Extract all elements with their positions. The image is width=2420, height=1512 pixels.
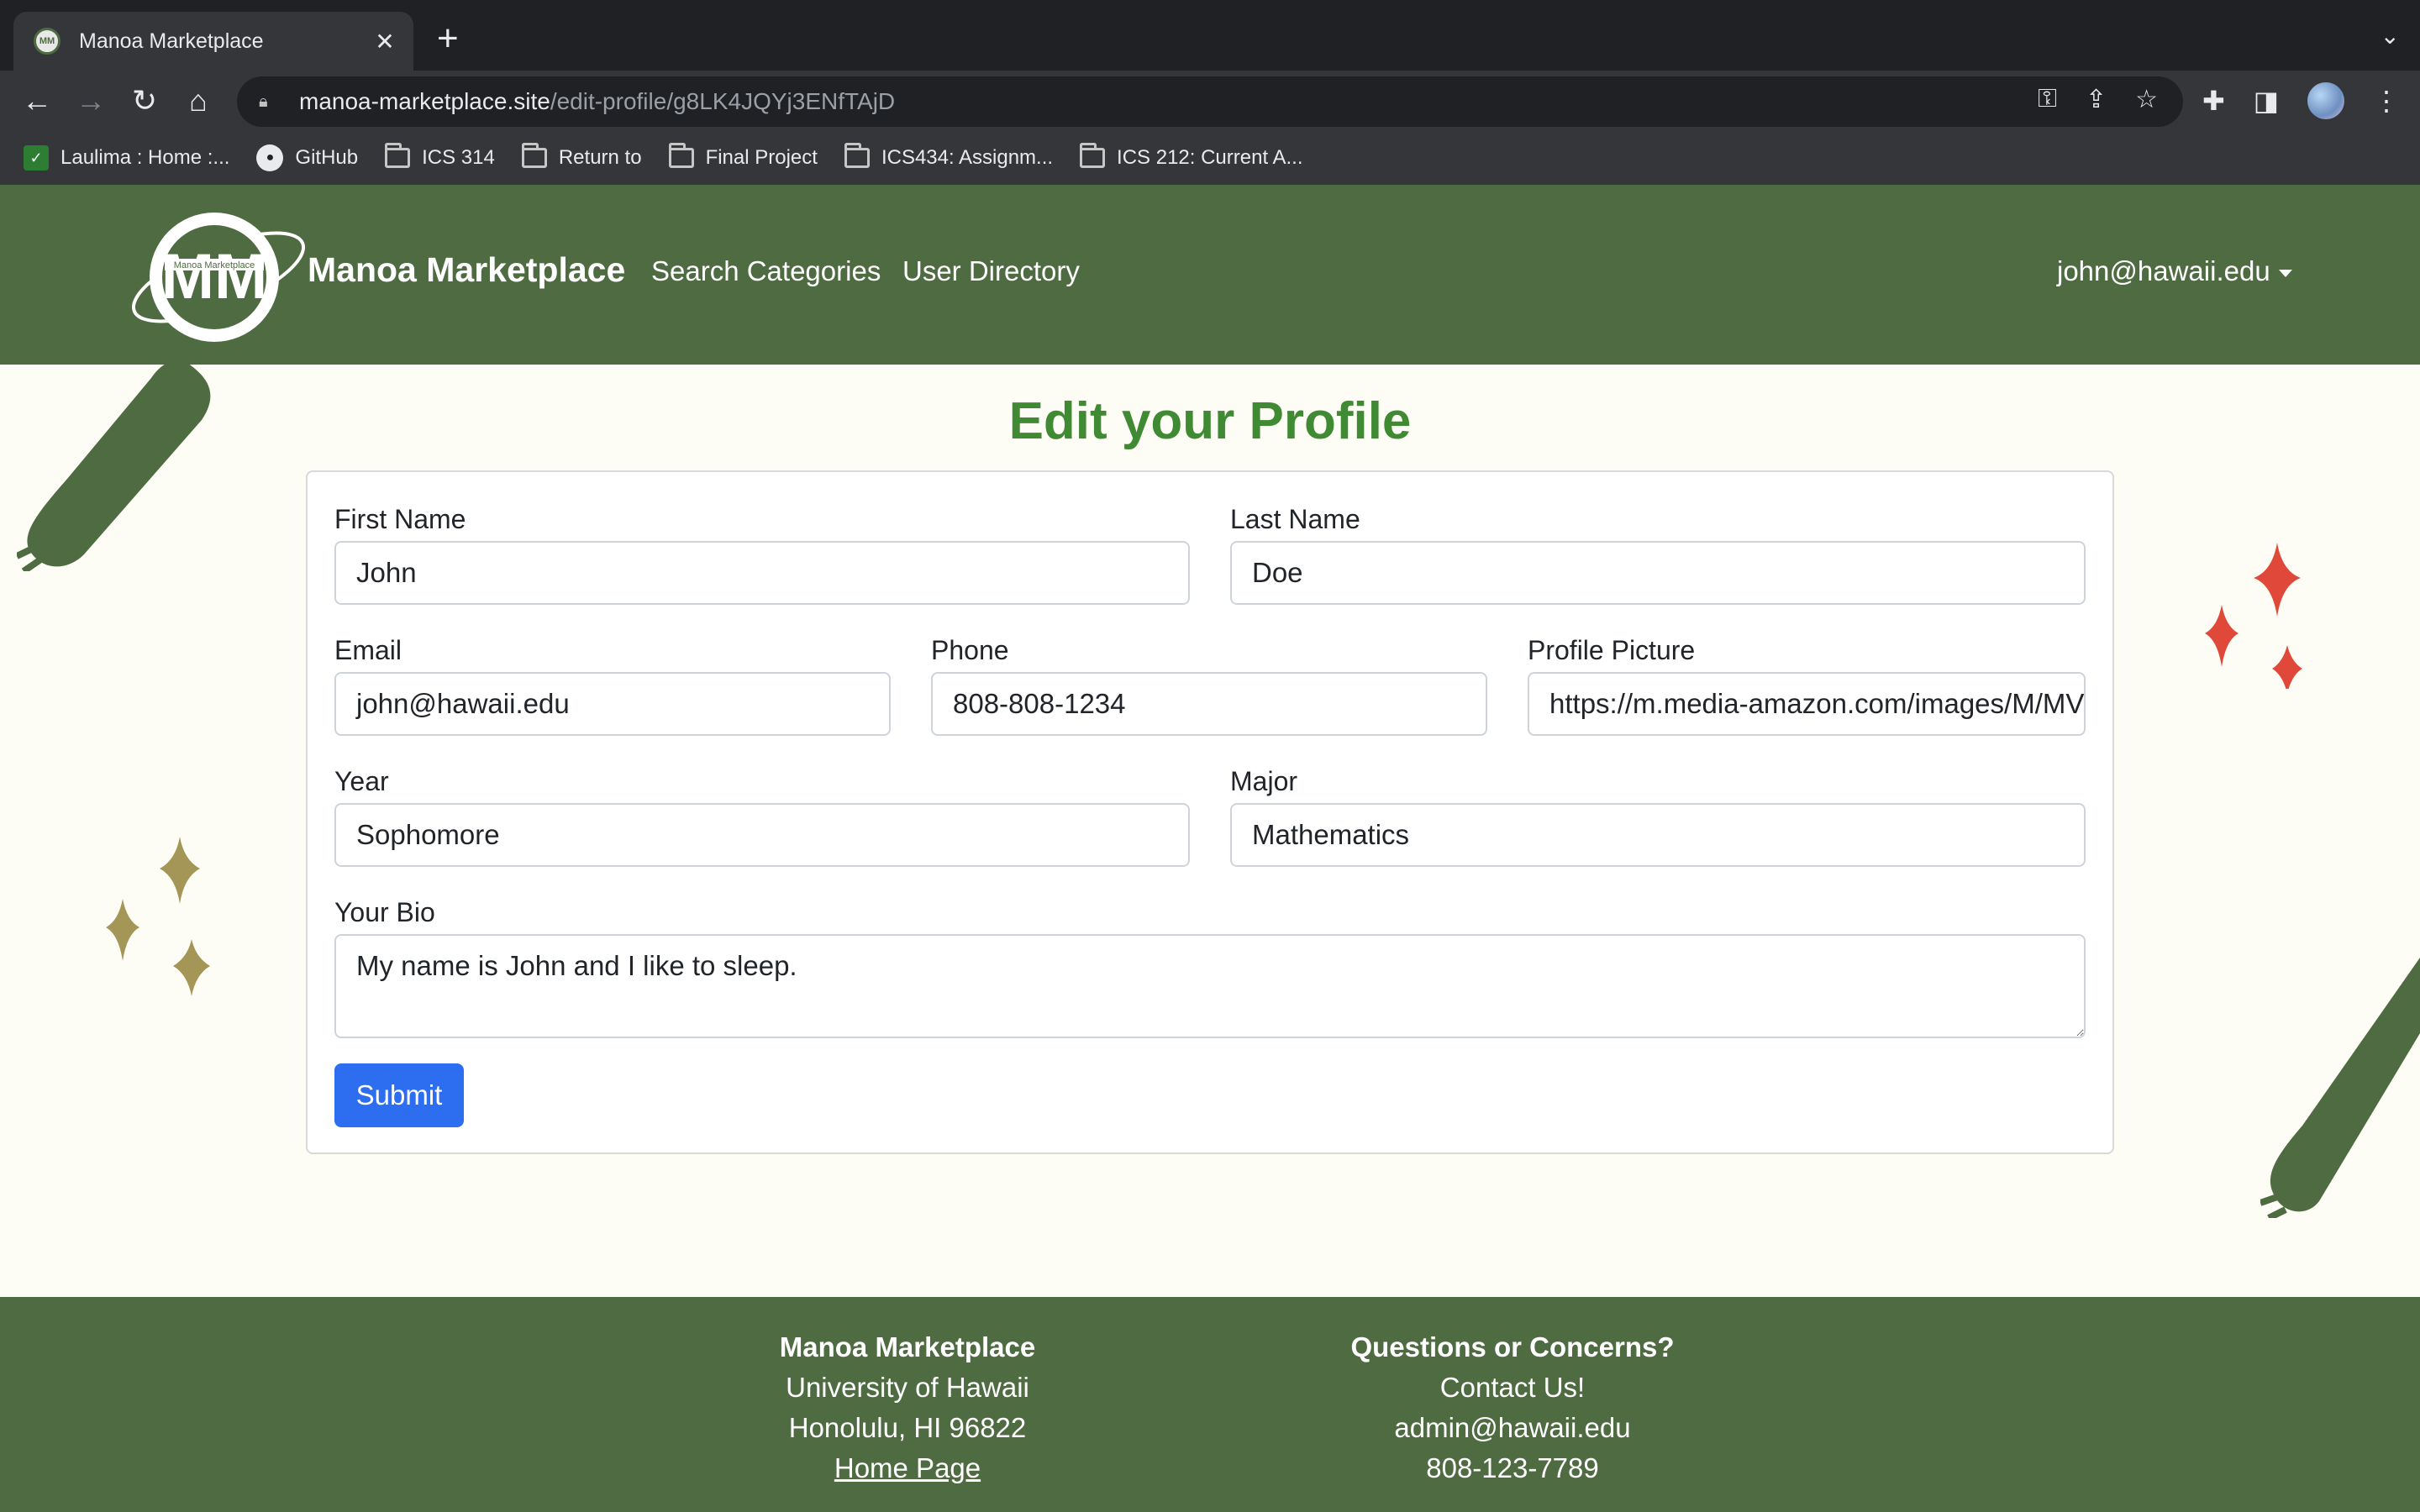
last-name-group: Last Name Doe [1230, 502, 2086, 605]
home-page-link[interactable]: Home Page [739, 1448, 1076, 1488]
bookmark-item[interactable]: ● GitHub [256, 144, 358, 171]
browser-chrome: MM Manoa Marketplace ✕ + ⌄ ← → ↻ ⌂ 🔒︎ ma… [0, 0, 2420, 185]
bookmark-label: ICS434: Assignm... [881, 146, 1054, 169]
profile-picture-input[interactable]: https://m.media-amazon.com/images/M/MV5B [1528, 672, 2086, 736]
user-dropdown[interactable]: john@hawaii.edu [2057, 255, 2292, 287]
key-icon[interactable]: ⚿ [2038, 85, 2057, 114]
leaf-icon: ✓ [24, 145, 49, 171]
bookmarks-bar: ✓ Laulima : Home :... ● GitHub ICS 314 Ret… [0, 134, 2420, 181]
footer-phone: 808-123-7789 [1426, 1452, 1599, 1483]
menu-kebab-icon[interactable]: ⋮ [2373, 85, 2400, 117]
bookmark-item[interactable]: Final Project [668, 143, 818, 170]
last-name-input[interactable]: Doe [1230, 541, 2086, 605]
submit-button[interactable]: Submit [334, 1063, 464, 1127]
major-group: Major Mathematics [1230, 764, 2086, 867]
bookmark-item[interactable]: ICS 212: Current A... [1080, 143, 1303, 170]
profile-avatar-icon[interactable] [2307, 82, 2344, 119]
footer-title: Manoa Marketplace [779, 1331, 1036, 1362]
bookmark-item[interactable]: ICS 314 [385, 143, 495, 170]
phone-label: Phone [931, 635, 1009, 665]
site-footer: Manoa Marketplace University of Hawaii H… [0, 1297, 2420, 1512]
bookmark-label: ICS 314 [422, 146, 495, 169]
extensions-icon[interactable]: ✚ [2202, 85, 2225, 117]
bookmark-item[interactable]: ✓ Laulima : Home :... [24, 145, 229, 171]
folder-icon [385, 143, 411, 168]
url-path: /edit-profile/g8LK4JQYj3ENfTAjD [550, 88, 896, 114]
bookmark-item[interactable]: ICS434: Assignm... [844, 143, 1054, 170]
svg-text:MM: MM [161, 241, 268, 312]
year-input[interactable]: Sophomore [334, 803, 1190, 867]
footer-contact: Questions or Concerns? Contact Us! admin… [1311, 1327, 1714, 1488]
tab-title: Manoa Marketplace [79, 29, 264, 53]
browser-toolbar: ← → ↻ ⌂ 🔒︎ manoa-marketplace.site/edit-p… [0, 71, 2420, 131]
year-label: Year [334, 766, 389, 796]
profile-picture-group: Profile Picture https://m.media-amazon.c… [1528, 633, 2086, 736]
browser-tab[interactable]: MM Manoa Marketplace ✕ [13, 12, 413, 71]
tab-search-icon[interactable]: ⌄ [2381, 22, 2400, 50]
major-input[interactable]: Mathematics [1230, 803, 2086, 867]
bio-label: Your Bio [334, 897, 435, 927]
new-tab-icon[interactable]: + [437, 20, 459, 57]
bookmark-label: ICS 212: Current A... [1117, 146, 1303, 169]
bookmark-label: Return to [558, 146, 642, 169]
site-navbar: MM Manoa Marketplace Manoa Marketplace S… [0, 185, 2420, 365]
favicon-icon: MM [34, 28, 60, 55]
bookmark-label: GitHub [295, 146, 359, 169]
bio-group: Your Bio My name is John and I like to s… [334, 895, 2086, 1038]
bookmark-label: Final Project [705, 146, 818, 169]
brand-name[interactable]: Manoa Marketplace [308, 250, 625, 290]
back-icon[interactable]: ← [17, 81, 57, 121]
nav-user-directory[interactable]: User Directory [902, 255, 1080, 287]
folder-icon [521, 143, 547, 168]
side-panel-icon[interactable]: ◨ [2254, 85, 2279, 117]
edit-profile-form: First Name John Last Name Doe Email john… [306, 470, 2114, 1154]
footer-title: Questions or Concerns? [1350, 1331, 1675, 1362]
bookmark-star-icon[interactable]: ☆ [2135, 85, 2158, 114]
close-tab-icon[interactable]: ✕ [371, 28, 398, 55]
footer-line: University of Hawaii [786, 1372, 1029, 1403]
sparkle-red-icon [2205, 543, 2302, 689]
page-title: Edit your Profile [1008, 392, 1412, 450]
github-icon: ● [256, 144, 284, 171]
first-name-label: First Name [334, 504, 466, 534]
svg-text:Manoa Marketplace: Manoa Marketplace [174, 260, 255, 270]
tab-strip: MM Manoa Marketplace ✕ + ⌄ [0, 0, 2420, 71]
footer-email: admin@hawaii.edu [1394, 1412, 1631, 1443]
bookmark-label: Laulima : Home :... [60, 146, 230, 169]
bookmark-item[interactable]: Return to [521, 143, 642, 170]
share-icon[interactable]: ⇪ [2086, 85, 2107, 114]
first-name-input[interactable]: John [334, 541, 1190, 605]
year-group: Year Sophomore [334, 764, 1190, 867]
phone-input[interactable]: 808-808-1234 [931, 672, 1487, 736]
profile-picture-label: Profile Picture [1528, 635, 1696, 665]
phone-group: Phone 808-808-1234 [931, 633, 1487, 736]
lock-icon: 🔒︎ [259, 92, 268, 111]
logo-icon[interactable]: MM Manoa Marketplace [124, 210, 318, 346]
bio-textarea[interactable]: My name is John and I like to sleep. [334, 934, 2086, 1038]
footer-address: Manoa Marketplace University of Hawaii H… [739, 1327, 1076, 1488]
folder-icon [1080, 143, 1106, 168]
address-bar[interactable]: 🔒︎ manoa-marketplace.site/edit-profile/g… [237, 76, 2183, 127]
last-name-label: Last Name [1230, 504, 1360, 534]
sparkle-olive-icon [106, 837, 210, 996]
reload-icon[interactable]: ↻ [124, 81, 165, 121]
email-input[interactable]: john@hawaii.edu [334, 672, 891, 736]
folder-icon [668, 143, 694, 168]
major-label: Major [1230, 766, 1298, 796]
email-label: Email [334, 635, 402, 665]
url-host: manoa-marketplace.site [299, 88, 550, 114]
forward-icon[interactable]: → [71, 81, 111, 121]
first-name-group: First Name John [334, 502, 1190, 605]
footer-line: Honolulu, HI 96822 [788, 1412, 1027, 1443]
email-group: Email john@hawaii.edu [334, 633, 891, 736]
footer-line: Contact Us! [1439, 1372, 1586, 1403]
nav-search-categories[interactable]: Search Categories [651, 255, 881, 287]
paint-stroke-icon [2260, 958, 2420, 1218]
home-icon[interactable]: ⌂ [178, 81, 218, 121]
folder-icon [844, 143, 870, 168]
